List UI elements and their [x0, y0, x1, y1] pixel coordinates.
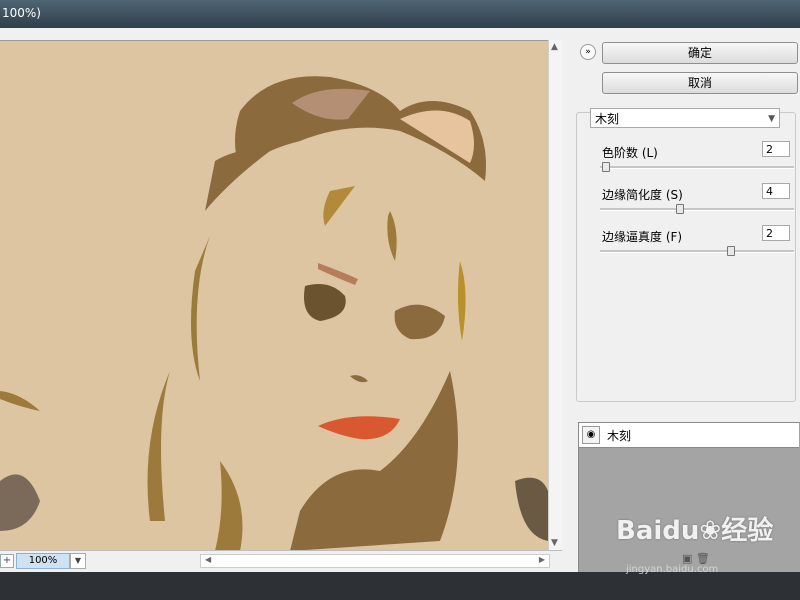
zoom-level-field[interactable]: 100%: [16, 553, 70, 569]
preview-vertical-scrollbar[interactable]: ▲ ▼: [548, 40, 563, 550]
param-edge-simplicity-slider-track[interactable]: [600, 208, 794, 211]
param-edge-simplicity-slider-thumb[interactable]: [676, 204, 685, 214]
param-levels-input[interactable]: 2: [762, 141, 790, 157]
paw-icon: ❀: [699, 516, 722, 546]
param-edge-fidelity-label: 边缘逼真度 (F): [602, 230, 683, 244]
watermark-url: jingyan.baidu.com: [626, 564, 719, 575]
param-levels-label: 色阶数 (L): [602, 146, 658, 160]
watermark-logo: Baidu❀经验: [616, 510, 773, 547]
preview-horizontal-scrollbar[interactable]: ◀ ▶: [200, 554, 550, 568]
chevron-down-icon: ▼: [768, 114, 775, 124]
watermark-brand: Bai: [616, 516, 663, 546]
window-title: 100%): [2, 6, 41, 20]
watermark-brand-mark: du: [662, 516, 700, 546]
preview-image: [0, 41, 548, 551]
cancel-button[interactable]: 取消: [602, 72, 798, 94]
scroll-up-icon[interactable]: ▲: [551, 42, 558, 52]
ok-button[interactable]: 确定: [602, 42, 798, 64]
zoom-in-button[interactable]: +: [0, 554, 14, 568]
scroll-down-icon[interactable]: ▼: [551, 538, 558, 548]
scroll-right-icon[interactable]: ▶: [539, 555, 545, 564]
window-bottom-edge: [0, 572, 800, 600]
filter-type-value: 木刻: [595, 112, 620, 126]
param-edge-simplicity-input[interactable]: 4: [762, 183, 790, 199]
scroll-left-icon[interactable]: ◀: [205, 555, 211, 564]
zoom-dropdown-icon[interactable]: ▼: [70, 553, 86, 569]
filter-preview-canvas[interactable]: [0, 40, 549, 552]
watermark-cn: 经验: [721, 516, 774, 546]
param-edge-fidelity-slider-track[interactable]: [600, 250, 794, 253]
effect-layer-row[interactable]: ◉ 木刻: [579, 423, 799, 448]
collapse-panel-icon[interactable]: »: [580, 44, 596, 60]
filter-type-select[interactable]: 木刻 ▼: [590, 108, 780, 128]
param-edge-fidelity-slider-thumb[interactable]: [726, 246, 735, 256]
param-levels-slider-thumb[interactable]: [602, 162, 610, 172]
eye-icon[interactable]: ◉: [582, 426, 600, 444]
param-levels-slider-track[interactable]: [600, 166, 794, 169]
param-edge-fidelity-input[interactable]: 2: [762, 225, 790, 241]
window-titlebar: 100%): [0, 0, 800, 28]
effect-layer-name: 木刻: [607, 429, 632, 443]
preview-footer-bar: + 100% ▼ ◀ ▶: [0, 550, 562, 571]
param-edge-simplicity-label: 边缘简化度 (S): [602, 188, 683, 202]
filter-settings-panel: » 确定 取消 木刻 ▼ 色阶数 (L) 2 边缘简化度 (S) 4 边缘逼真度…: [562, 28, 800, 574]
